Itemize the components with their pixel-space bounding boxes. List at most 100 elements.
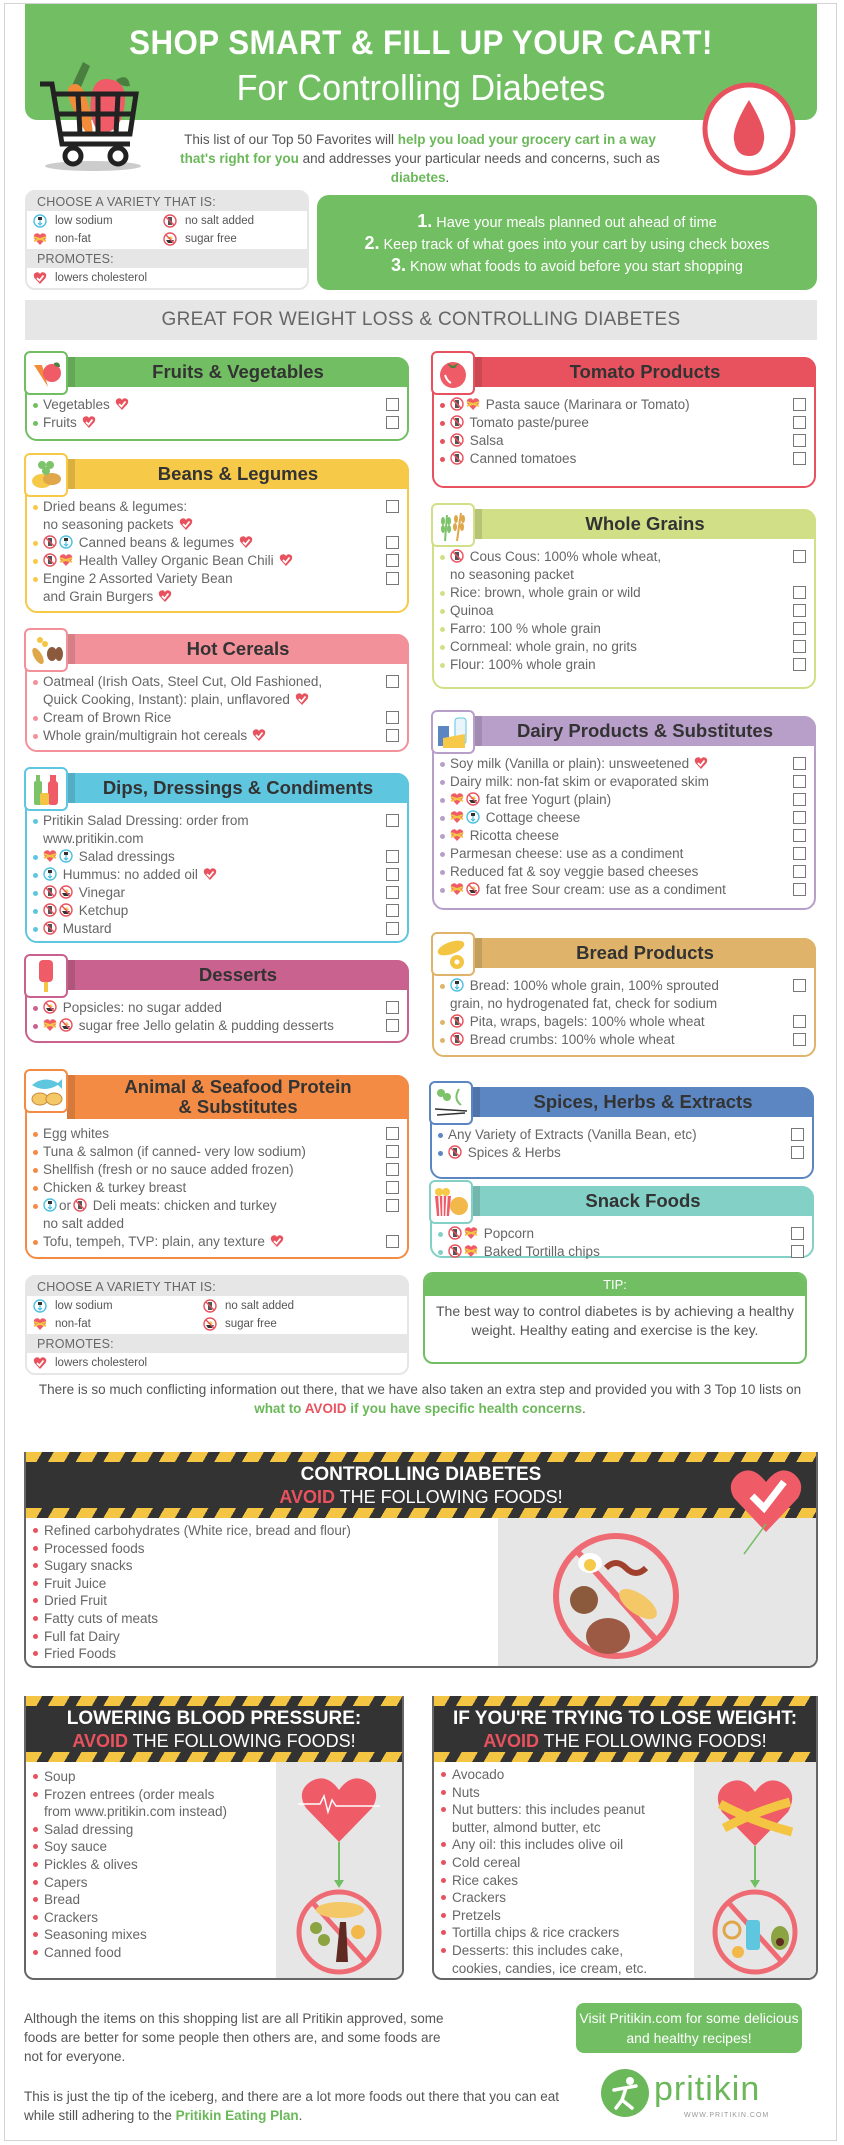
- item-checkbox[interactable]: [386, 500, 399, 513]
- item-checkbox[interactable]: [793, 586, 806, 599]
- item-label-cont: no seasoning packet: [450, 567, 574, 582]
- bullet: [33, 541, 38, 546]
- item-checkbox[interactable]: [793, 775, 806, 788]
- item-checkbox[interactable]: [386, 886, 399, 899]
- tip-label: TIP:: [425, 1274, 805, 1296]
- item-checkbox[interactable]: [791, 1245, 804, 1258]
- item-checkbox[interactable]: [386, 554, 399, 567]
- category-card-protein: Animal & Seafood Protein & Substitutes Egg…: [24, 1069, 409, 1259]
- avoid-weight-box: IF YOU'RE TRYING TO LOSE WEIGHT: AVOID T…: [432, 1696, 818, 1980]
- item-checkbox[interactable]: [386, 868, 399, 881]
- item-label: Salad dressings: [75, 849, 175, 864]
- no-salt-added-icon: [43, 903, 57, 917]
- item-checkbox[interactable]: [793, 883, 806, 896]
- item-checkbox[interactable]: [793, 811, 806, 824]
- item-checkbox[interactable]: [793, 757, 806, 770]
- item-checkbox[interactable]: [386, 1145, 399, 1158]
- item-checkbox[interactable]: [386, 711, 399, 724]
- item-checkbox[interactable]: [793, 604, 806, 617]
- item-checkbox[interactable]: [793, 416, 806, 429]
- item-checkbox[interactable]: [386, 536, 399, 549]
- visit-pritikin-button[interactable]: Visit Pritikin.com for some delicious an…: [576, 2003, 802, 2053]
- item-checkbox[interactable]: [791, 1227, 804, 1240]
- category-card-beans: Beans & Legumes Dried beans & legumes: no …: [24, 453, 409, 613]
- bullet: [438, 1232, 443, 1237]
- item-checkbox[interactable]: [386, 850, 399, 863]
- bullet: [33, 403, 38, 408]
- tip-1: 1. Have your meals planned out ahead of …: [417, 211, 717, 231]
- item-label: Cottage cheese: [482, 810, 581, 825]
- item-checkbox[interactable]: [386, 398, 399, 411]
- item-checkbox[interactable]: [793, 847, 806, 860]
- item-checkbox[interactable]: [793, 865, 806, 878]
- item-checkbox[interactable]: [386, 416, 399, 429]
- item-checkbox[interactable]: [386, 1001, 399, 1014]
- category-items: Pasta sauce (Marinara or Tomato) Tomato …: [440, 396, 808, 468]
- list-item: Tuna & salmon (if canned- very low sodiu…: [33, 1143, 401, 1161]
- item-checkbox[interactable]: [386, 1199, 399, 1212]
- bullet: [33, 873, 38, 878]
- item-checkbox[interactable]: [793, 550, 806, 563]
- item-checkbox[interactable]: [793, 622, 806, 635]
- category-items: Soy milk (Vanilla or plain): unsweetened…: [440, 755, 808, 899]
- item-checkbox[interactable]: [386, 1127, 399, 1140]
- item-checkbox[interactable]: [791, 1146, 804, 1159]
- item-checkbox[interactable]: [793, 452, 806, 465]
- bullet: [33, 1168, 38, 1173]
- item-checkbox[interactable]: [793, 829, 806, 842]
- item-checkbox[interactable]: [793, 1033, 806, 1046]
- item-label: Dried beans & legumes:: [43, 499, 188, 514]
- bullet: [33, 680, 38, 685]
- item-checkbox[interactable]: [386, 922, 399, 935]
- item-checkbox[interactable]: [791, 1128, 804, 1141]
- avoid-intro-text: There is so much conflicting information…: [38, 1382, 802, 1416]
- pritikin-logo[interactable]: pritikin WWW.PRITIKIN.COM: [600, 2068, 780, 2128]
- page-subtitle: For Controlling Diabetes: [236, 67, 606, 108]
- category-items: Any Variety of Extracts (Vanilla Bean, e…: [438, 1126, 806, 1162]
- item-checkbox[interactable]: [386, 675, 399, 688]
- item-label: Flour: 100% whole grain: [450, 657, 596, 672]
- bullet: [33, 716, 38, 721]
- item-label: Reduced fat & soy veggie based cheeses: [450, 864, 699, 879]
- avoid-item: Rice cakes: [440, 1872, 647, 1890]
- bullet: [33, 1186, 38, 1191]
- item-label: Ketchup: [75, 903, 129, 918]
- item-checkbox[interactable]: [793, 640, 806, 653]
- item-label: Baked Tortilla chips: [480, 1244, 600, 1259]
- legend-sugar-free: sugar free: [225, 1318, 277, 1330]
- category-title: Dips, Dressings & Condiments: [67, 773, 409, 803]
- non-fat-icon: [466, 397, 480, 411]
- item-checkbox[interactable]: [386, 1181, 399, 1194]
- item-checkbox[interactable]: [386, 1163, 399, 1176]
- item-checkbox[interactable]: [386, 1235, 399, 1248]
- shopping-cart-icon: [40, 62, 141, 171]
- no-salt-added-icon: [450, 1032, 464, 1046]
- list-item: Bread: 100% whole grain, 100% sprouted gr…: [440, 977, 808, 1013]
- list-item: Spices & Herbs: [438, 1144, 806, 1162]
- item-checkbox[interactable]: [386, 904, 399, 917]
- item-checkbox[interactable]: [386, 814, 399, 827]
- no-salt-added-icon: [43, 535, 57, 549]
- item-checkbox[interactable]: [793, 398, 806, 411]
- avoid-item: Dried Fruit: [32, 1592, 351, 1610]
- legend-lowers-cholesterol: lowers cholesterol: [55, 1357, 148, 1369]
- avoid-item: Any oil: this includes olive oil: [440, 1836, 647, 1854]
- list-item: Whole grain/multigrain hot cereals: [33, 727, 401, 745]
- item-checkbox[interactable]: [386, 572, 399, 585]
- avoid-bp-list: Soup Frozen entrees (order meals from www.…: [32, 1768, 227, 1962]
- item-label: Canned tomatoes: [466, 451, 577, 466]
- item-checkbox[interactable]: [386, 1019, 399, 1032]
- item-checkbox[interactable]: [793, 979, 806, 992]
- item-checkbox[interactable]: [793, 1015, 806, 1028]
- intro-text: This list of our Top 50 Favorites will h…: [180, 132, 660, 185]
- non-fat-icon: [33, 232, 47, 246]
- item-checkbox[interactable]: [793, 793, 806, 806]
- item-checkbox[interactable]: [793, 434, 806, 447]
- category-card-grains: Whole Grains Cous Cous: 100% whole wheat…: [431, 503, 816, 689]
- item-checkbox[interactable]: [386, 729, 399, 742]
- bullet: [440, 421, 445, 426]
- item-checkbox[interactable]: [793, 658, 806, 671]
- avoid-item: Fatty cuts of meats: [32, 1610, 351, 1628]
- item-label: Salsa: [466, 433, 504, 448]
- item-label-cont: no seasoning packets: [43, 517, 174, 532]
